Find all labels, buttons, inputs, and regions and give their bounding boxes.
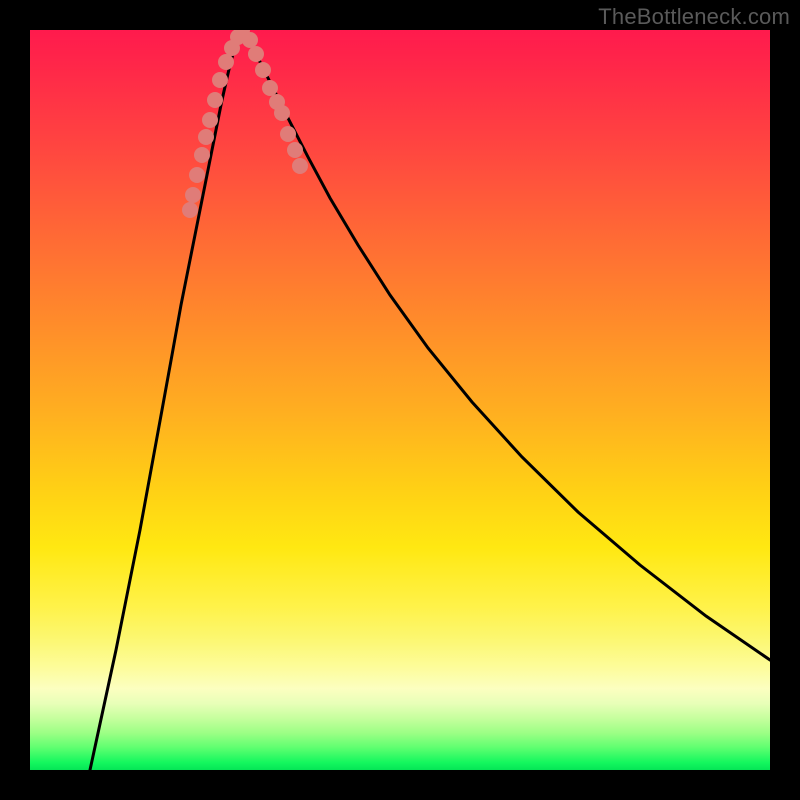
marker-dot	[189, 167, 205, 183]
marker-dot	[255, 62, 271, 78]
marker-dot	[185, 187, 201, 203]
plot-area	[30, 30, 770, 770]
marker-dot	[212, 72, 228, 88]
marker-dot	[182, 202, 198, 218]
marker-dot	[280, 126, 296, 142]
right-curve	[240, 30, 770, 660]
marker-dot	[274, 105, 290, 121]
chart-frame: TheBottleneck.com	[0, 0, 800, 800]
marker-dot	[202, 112, 218, 128]
marker-dot	[218, 54, 234, 70]
marker-dot	[198, 129, 214, 145]
marker-dot	[292, 158, 308, 174]
watermark-text: TheBottleneck.com	[598, 4, 790, 30]
marker-dot	[207, 92, 223, 108]
left-curve	[90, 30, 240, 770]
marker-dot	[287, 142, 303, 158]
marker-dot	[248, 46, 264, 62]
marker-group	[182, 30, 308, 218]
marker-dot	[194, 147, 210, 163]
marker-dot	[262, 80, 278, 96]
chart-svg	[30, 30, 770, 770]
curve-group	[90, 30, 770, 770]
marker-dot	[242, 32, 258, 48]
